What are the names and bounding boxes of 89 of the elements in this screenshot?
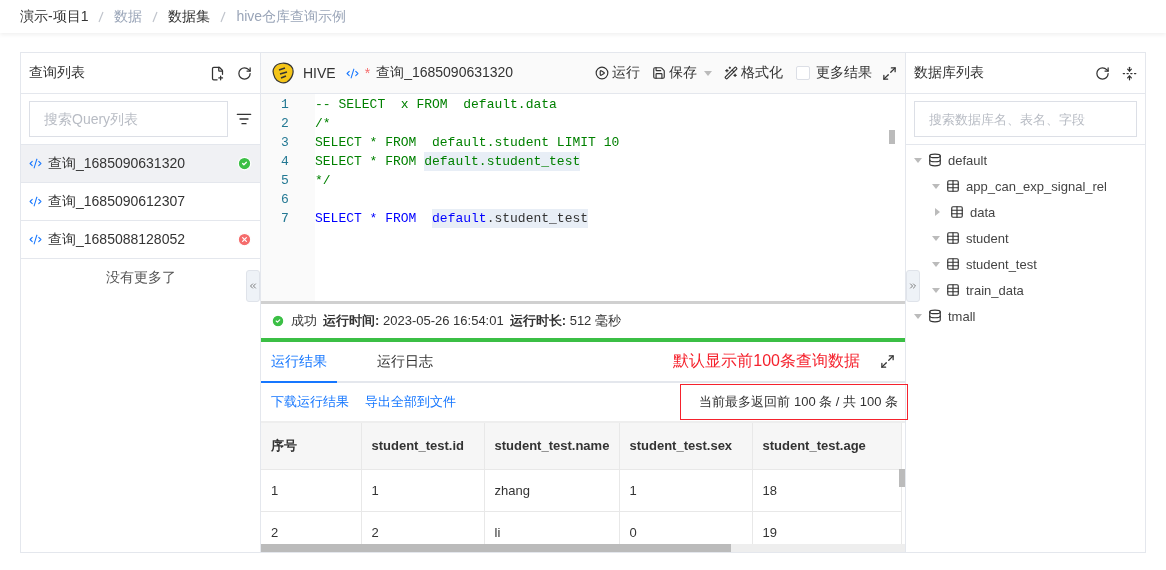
table-cell: zhang	[484, 469, 619, 511]
line-number: 2	[280, 115, 290, 133]
scrollbar-thumb[interactable]	[889, 130, 895, 144]
table-cell: 1	[361, 469, 484, 511]
tree-item[interactable]: train_data	[966, 282, 1024, 298]
format-button[interactable]: 格式化	[721, 64, 786, 82]
run-button[interactable]: 运行	[592, 64, 643, 82]
link[interactable]: 导出全部到文件	[365, 393, 456, 411]
line-number: 6	[280, 191, 290, 209]
save-icon	[652, 66, 666, 80]
save-button[interactable]: 保存	[649, 64, 715, 82]
error-icon	[237, 232, 252, 247]
collapse-icon[interactable]	[1122, 65, 1137, 81]
table-icon	[946, 179, 960, 193]
link[interactable]: 下载运行结果	[271, 393, 349, 411]
code-icon	[29, 195, 42, 208]
expand-icon[interactable]	[880, 354, 895, 369]
tab[interactable]: 运行日志	[367, 342, 443, 383]
table-cell: 1	[619, 469, 752, 511]
tree-item[interactable]: data	[970, 204, 996, 220]
code-icon	[29, 233, 42, 246]
modified-mark: *	[364, 65, 371, 81]
tree-item[interactable]: default	[948, 152, 988, 168]
collapse-handle[interactable]	[246, 270, 260, 302]
table-cell: 1	[261, 469, 361, 511]
wand-icon	[724, 66, 738, 80]
status-text: 成功	[291, 312, 317, 330]
refresh-icon[interactable]	[237, 65, 252, 81]
breadcrumb-item[interactable]: 演示-项目1	[20, 7, 89, 26]
list-end-text: 没有更多了	[105, 269, 176, 287]
column-header: student_test.age	[752, 423, 901, 469]
query-item[interactable]: 查询_1685090631320	[21, 145, 260, 183]
line-number: 5	[280, 172, 290, 190]
column-header: 序号	[261, 423, 361, 469]
checkbox[interactable]	[796, 66, 810, 80]
line-number: 4	[280, 153, 290, 171]
table-icon	[946, 257, 960, 271]
breadcrumb-separator	[98, 10, 105, 23]
table-icon	[950, 205, 964, 219]
status-text: 运行时长: 512 毫秒	[509, 312, 621, 330]
status-text: 运行时间: 2023-05-26 16:54:01	[323, 312, 504, 330]
column-header: student_test.sex	[619, 423, 752, 469]
expand-icon[interactable]	[882, 65, 897, 81]
tree-item[interactable]: student	[966, 230, 1009, 246]
breadcrumb-item[interactable]: 数据集	[168, 7, 211, 26]
column-header: student_test.name	[484, 423, 619, 469]
annotation-text: 默认显示前100条查询数据	[673, 351, 860, 371]
line-number: 7	[280, 210, 290, 228]
code-line: SELECT * FROM default.student_test	[315, 152, 581, 171]
code-icon	[29, 157, 42, 170]
tab[interactable]: 运行结果	[261, 342, 337, 383]
success-icon	[237, 156, 252, 171]
line-number: 1	[280, 96, 290, 114]
breadcrumb-separator	[152, 10, 159, 23]
expand-handle[interactable]	[906, 270, 920, 302]
filter-icon[interactable]	[236, 111, 252, 127]
search-field[interactable]: 搜索Query列表	[29, 101, 228, 137]
checkbox-label: 更多结果	[816, 64, 872, 82]
panel-title: 查询列表	[29, 64, 86, 82]
column-header: student_test.id	[361, 423, 484, 469]
scrollbar-thumb[interactable]	[899, 469, 905, 487]
scrollbar-thumb[interactable]	[261, 544, 731, 552]
tree-item[interactable]: tmall	[948, 308, 976, 324]
code-line: */	[315, 172, 331, 190]
code-line: SELECT * FROM default.student LIMIT 10	[315, 134, 620, 152]
code-line: -- SELECT x FROM default.data	[315, 96, 557, 114]
code-line: /*	[315, 115, 331, 133]
query-name: 查询_1685090631320	[48, 154, 186, 173]
play-icon	[595, 66, 609, 80]
query-name: 查询_1685090612307	[48, 192, 186, 211]
refresh-icon[interactable]	[1095, 65, 1110, 81]
logo-icon	[271, 62, 295, 84]
table-icon	[946, 283, 960, 297]
engine-label: HIVE	[303, 65, 336, 81]
tree-item[interactable]: app_can_exp_signal_rel	[966, 178, 1107, 194]
database-icon	[928, 309, 942, 323]
result-count: 当前最多返回前 100 条 / 共 100 条	[680, 384, 908, 420]
table-icon	[946, 231, 960, 245]
line-number: 3	[280, 134, 290, 152]
search-field[interactable]: 搜索数据库名、表名、字段	[914, 101, 1137, 137]
breadcrumb-separator	[220, 10, 227, 23]
panel-title: 数据库列表	[914, 64, 985, 82]
new-file-icon[interactable]	[210, 65, 225, 81]
tree-item[interactable]: student_test	[966, 256, 1037, 272]
query-name: 查询_1685088128052	[48, 230, 186, 249]
code-line: SELECT * FROM default.student_test	[315, 209, 589, 228]
code-icon	[345, 66, 359, 80]
database-icon	[928, 153, 942, 167]
query-title: 查询_1685090631320	[376, 64, 515, 82]
